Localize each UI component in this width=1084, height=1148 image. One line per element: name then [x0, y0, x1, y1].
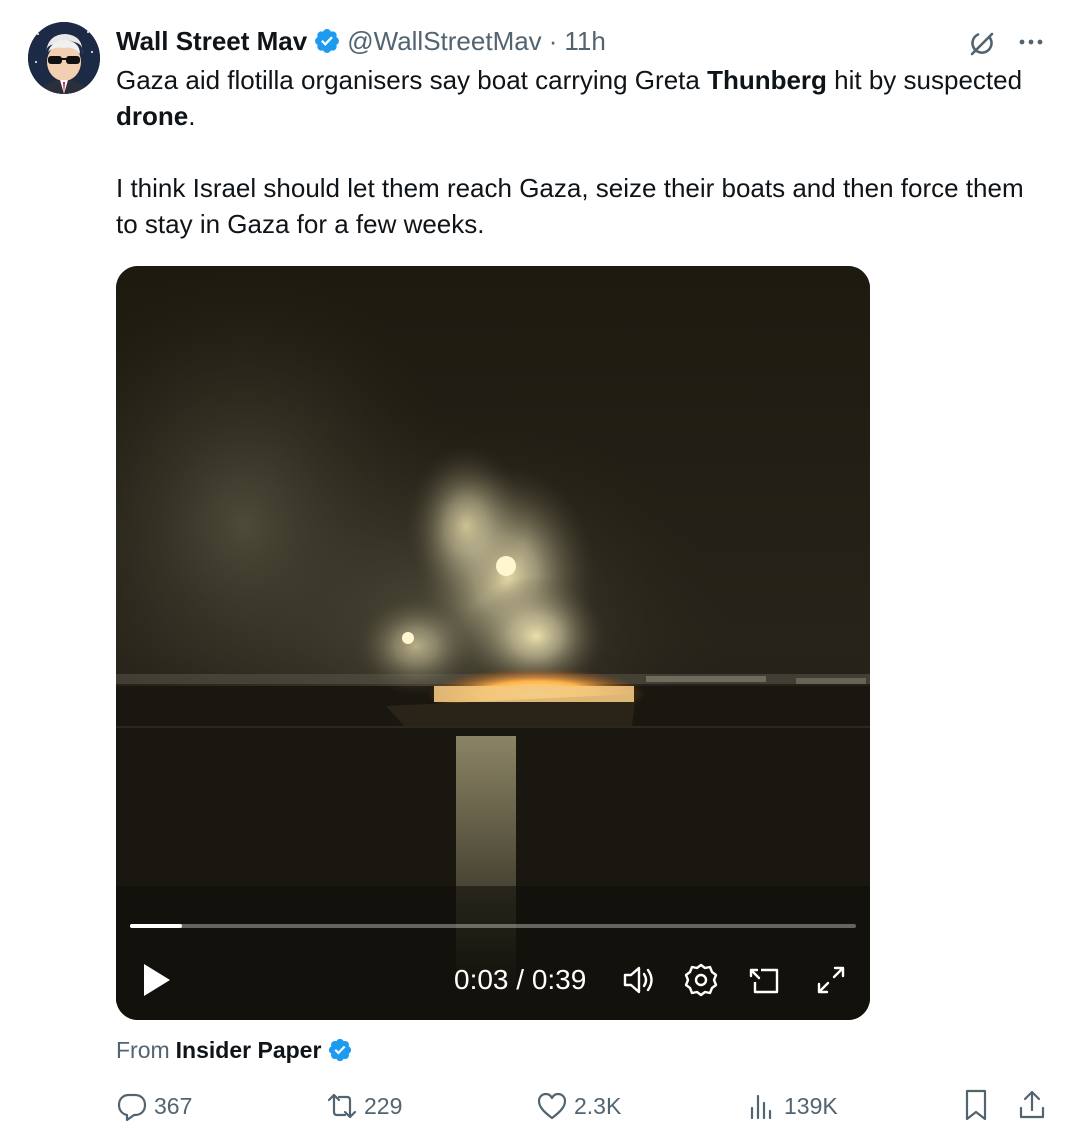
volume-icon[interactable]: [620, 962, 656, 998]
grok-icon[interactable]: [966, 26, 1000, 60]
media-source: From Insider Paper: [116, 1034, 359, 1066]
tweet-paragraph-1: Gaza aid flotilla organisers say boat ca…: [116, 62, 1036, 134]
tweet-text: Gaza aid flotilla organisers say boat ca…: [116, 62, 1036, 242]
repost-icon: [327, 1093, 357, 1119]
author-handle[interactable]: @WallStreetMav: [347, 26, 541, 57]
text-segment: Gaza aid flotilla organisers say boat ca…: [116, 65, 708, 95]
more-options-icon[interactable]: [1016, 30, 1046, 54]
header-separator: ·: [548, 25, 558, 56]
video-frame: [116, 266, 870, 1020]
display-name[interactable]: Wall Street Mav: [116, 26, 307, 57]
video-player[interactable]: 0:03 / 0:39: [116, 266, 870, 1020]
text-segment: .: [188, 101, 196, 131]
reply-count: 367: [154, 1092, 193, 1119]
highlight-term: Thunberg: [707, 65, 827, 95]
avatar[interactable]: [28, 22, 100, 94]
tweet-paragraph-2: I think Israel should let them reach Gaz…: [116, 173, 1024, 239]
bookmark-icon[interactable]: [960, 1088, 992, 1122]
like-button[interactable]: 2.3K: [536, 1088, 621, 1124]
reply-button[interactable]: 367: [116, 1088, 192, 1124]
tweet-header: Wall Street Mav @WallStreetMav · 11h: [116, 24, 606, 58]
tweet-timestamp[interactable]: 11h: [564, 26, 605, 57]
views-button[interactable]: 139K: [746, 1088, 838, 1124]
settings-icon[interactable]: [683, 962, 719, 998]
repost-count: 229: [364, 1092, 403, 1119]
source-name[interactable]: Insider Paper: [176, 1037, 322, 1064]
views-icon: [750, 1094, 772, 1120]
avatar-image: [28, 22, 100, 94]
progress-bar[interactable]: [130, 924, 856, 928]
fullscreen-icon[interactable]: [813, 962, 849, 998]
views-count: 139K: [784, 1092, 838, 1119]
pip-icon[interactable]: [747, 962, 783, 998]
share-icon[interactable]: [1016, 1088, 1048, 1122]
reply-icon: [117, 1093, 147, 1122]
progress-fill: [130, 924, 183, 928]
source-prefix: From: [116, 1036, 170, 1063]
verified-badge-icon[interactable]: [313, 27, 341, 55]
text-segment: hit by suspected: [826, 65, 1023, 95]
like-count: 2.3K: [574, 1092, 622, 1119]
heart-icon: [537, 1092, 567, 1120]
repost-button[interactable]: 229: [326, 1088, 402, 1124]
source-verified-badge-icon: [327, 1037, 353, 1063]
play-icon[interactable]: [138, 960, 174, 1000]
highlight-term: drone: [116, 101, 189, 131]
time-readout: 0:03 / 0:39: [454, 964, 587, 995]
